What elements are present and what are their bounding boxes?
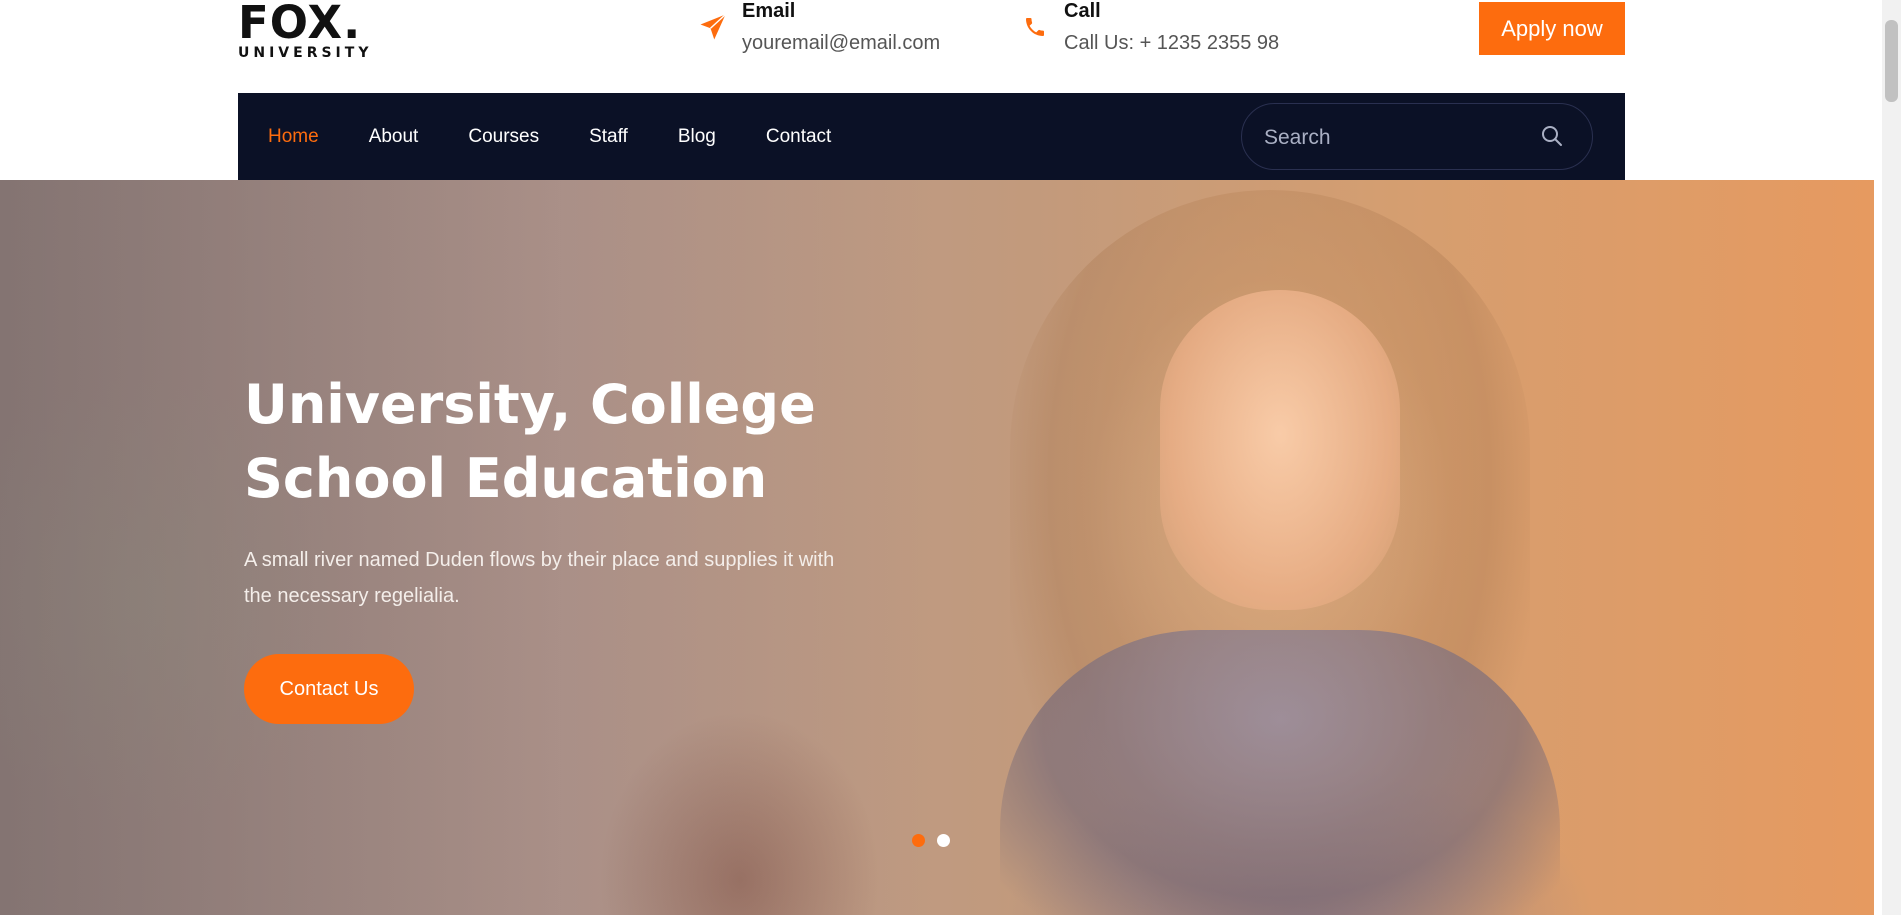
slider-dot-1[interactable] xyxy=(912,834,925,847)
nav-item-blog[interactable]: Blog xyxy=(678,126,716,148)
email-block: Email youremail@email.com xyxy=(698,0,940,55)
hero-text-line2: the necessary regelialia. xyxy=(244,585,460,607)
slider-dot-2[interactable] xyxy=(937,834,950,847)
scrollbar-thumb[interactable] xyxy=(1885,20,1898,102)
search-input[interactable] xyxy=(1262,104,1546,171)
call-block: Call Call Us: + 1235 2355 98 xyxy=(1020,0,1279,55)
search-icon[interactable] xyxy=(1540,124,1564,148)
slider-dots xyxy=(912,834,962,847)
email-value[interactable]: youremail@email.com xyxy=(742,32,940,55)
hero-title-line2: School Education xyxy=(244,447,768,510)
email-title: Email xyxy=(742,0,796,22)
call-title: Call xyxy=(1064,0,1101,22)
logo[interactable]: FOX. UNIVERSITY xyxy=(238,0,372,61)
hero-text-line1: A small river named Duden flows by their… xyxy=(244,549,835,571)
hero-title: University, College School Education xyxy=(244,368,884,516)
nav-item-contact[interactable]: Contact xyxy=(766,126,831,148)
phone-icon xyxy=(1026,18,1044,36)
nav-item-home[interactable]: Home xyxy=(268,126,319,148)
nav-item-about[interactable]: About xyxy=(369,126,419,148)
page-scrollbar[interactable] xyxy=(1882,0,1901,915)
contact-us-button[interactable]: Contact Us xyxy=(244,654,414,724)
call-value[interactable]: Call Us: + 1235 2355 98 xyxy=(1064,32,1279,55)
logo-subtitle: UNIVERSITY xyxy=(238,45,373,61)
search-box xyxy=(1241,103,1593,171)
top-bar: FOX. UNIVERSITY Email youremail@email.co… xyxy=(0,0,1882,93)
hero-slider: University, College School Education A s… xyxy=(0,180,1874,915)
paper-plane-icon xyxy=(700,13,727,40)
nav-item-staff[interactable]: Staff xyxy=(589,126,628,148)
nav-item-courses[interactable]: Courses xyxy=(468,126,539,148)
main-nav: Home About Courses Staff Blog Contact xyxy=(238,93,1625,180)
apply-now-button[interactable]: Apply now xyxy=(1479,2,1625,55)
hero-description: A small river named Duden flows by their… xyxy=(244,542,944,614)
logo-text: FOX. xyxy=(238,0,362,49)
nav-menu: Home About Courses Staff Blog Contact xyxy=(268,93,881,180)
hero-title-line1: University, College xyxy=(244,373,816,436)
